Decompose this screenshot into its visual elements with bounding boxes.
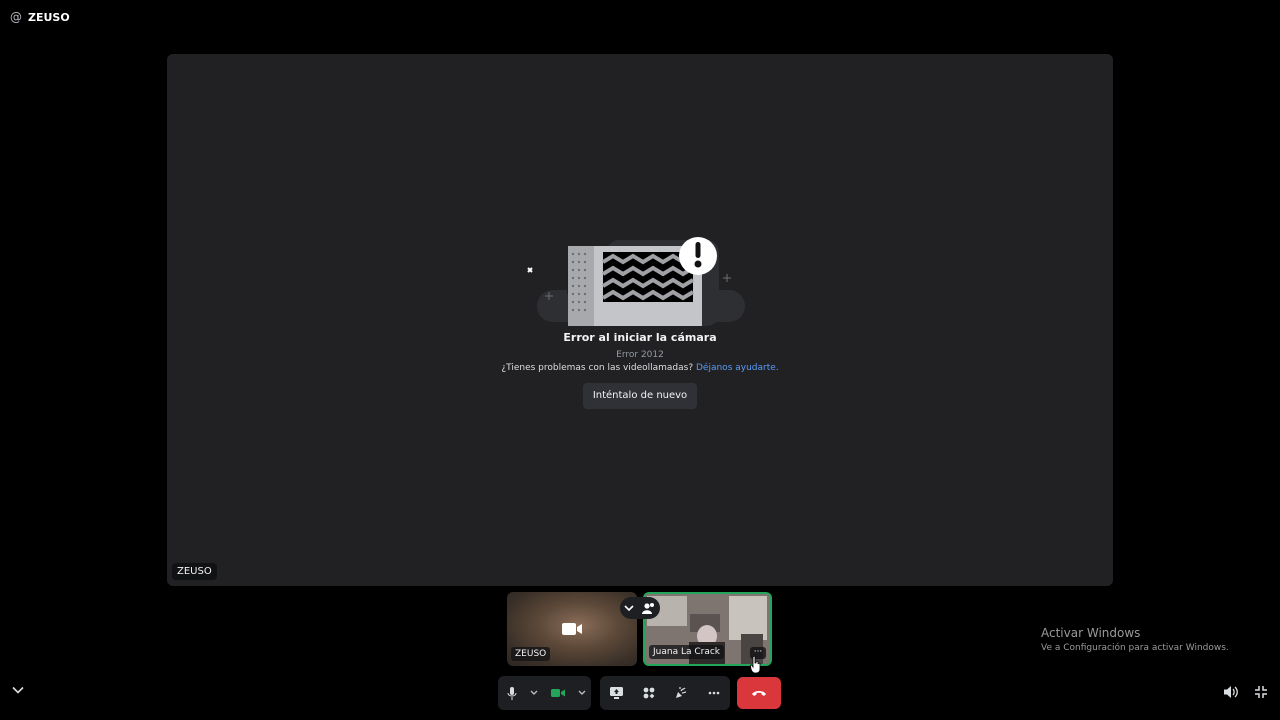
- chevron-down-icon: [530, 690, 538, 695]
- camera-off-icon: [562, 623, 582, 635]
- volume-icon[interactable]: [1224, 685, 1239, 699]
- chevron-down-icon[interactable]: [12, 686, 24, 694]
- microphone-options-button[interactable]: [526, 676, 542, 710]
- activities-icon: [643, 687, 655, 699]
- people-icon: [642, 603, 654, 614]
- more-options-button[interactable]: [700, 676, 728, 710]
- help-link[interactable]: Déjanos ayudarte.: [696, 363, 779, 373]
- watermark-subtitle: Ve a Configuración para activar Windows.: [1041, 643, 1229, 653]
- channel-name: ZEUSO: [28, 10, 70, 24]
- chevron-down-icon: [624, 605, 634, 612]
- microphone-button[interactable]: [498, 676, 526, 710]
- soundboard-icon: [676, 687, 687, 698]
- retry-button[interactable]: Inténtalo de nuevo: [582, 383, 698, 409]
- exit-fullscreen-icon[interactable]: [1254, 685, 1268, 699]
- error-title: Error al iniciar la cámara: [563, 331, 717, 344]
- help-text: ¿Tienes problemas con las videollamadas?: [501, 363, 694, 373]
- main-video-stage[interactable]: Error al iniciar la cámara Error 2012 ¿T…: [167, 54, 1113, 586]
- channel-header: @ ZEUSO: [10, 8, 70, 26]
- error-code: Error 2012: [616, 350, 664, 360]
- participant-tile-zeuso[interactable]: ZEUSO: [507, 592, 637, 666]
- activities-button[interactable]: [635, 676, 663, 710]
- chevron-down-icon: [578, 690, 586, 695]
- hang-up-icon: [752, 690, 766, 696]
- disconnect-button[interactable]: [737, 677, 781, 709]
- at-icon: @: [10, 10, 22, 24]
- camera-options-button[interactable]: [574, 676, 590, 710]
- windows-activation-watermark: Activar Windows Ve a Configuración para …: [1041, 626, 1229, 653]
- soundboard-button[interactable]: [667, 676, 695, 710]
- tiles-collapse-toggle[interactable]: [620, 597, 660, 619]
- participant-name: Juana La Crack: [649, 645, 725, 659]
- screen-share-button[interactable]: [602, 676, 630, 710]
- mouse-cursor-icon: [750, 656, 761, 674]
- camera-button[interactable]: [542, 676, 574, 710]
- watermark-title: Activar Windows: [1041, 626, 1141, 640]
- call-action-controls: [600, 676, 730, 710]
- screen-share-icon: [609, 687, 623, 699]
- stage-name-tag: ZEUSO: [172, 563, 217, 580]
- microphone-icon: [507, 686, 517, 700]
- camera-icon: [551, 689, 565, 697]
- help-line: ¿Tienes problemas con las videollamadas?…: [167, 363, 1113, 373]
- participant-name: ZEUSO: [511, 647, 551, 661]
- camera-error-illustration: [525, 230, 755, 326]
- camera-error-panel: Error al iniciar la cámara Error 2012 ¿T…: [167, 230, 1113, 409]
- voice-video-controls: [498, 676, 591, 710]
- more-icon: [708, 691, 720, 695]
- participant-tile-juana[interactable]: Juana La Crack ···: [643, 592, 772, 666]
